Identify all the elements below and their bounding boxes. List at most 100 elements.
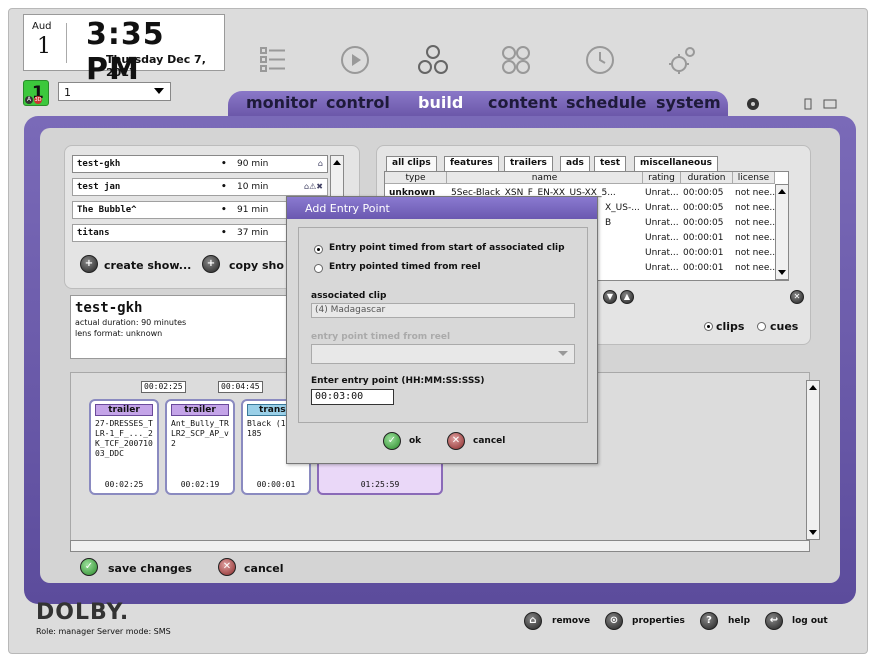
dialog-body: Entry point timed from start of associat… (298, 227, 588, 423)
dolby-brand: DOLBY. (36, 600, 130, 625)
lock-icon: ⌂ (317, 159, 323, 168)
build-icon[interactable] (415, 42, 451, 78)
control-icon[interactable] (337, 42, 373, 78)
timeline-clip[interactable]: trailer Ant_Bully_TRLR2_SCP_AP_v2 00:02:… (165, 399, 235, 495)
clips-radio[interactable] (704, 322, 713, 331)
scroll-down-icon[interactable] (809, 530, 817, 535)
column-header-duration[interactable]: duration (681, 172, 733, 184)
checkmark-icon[interactable]: ✓ (80, 558, 98, 576)
schedule-icon[interactable] (582, 42, 618, 78)
cell-rating: Unrat... (645, 188, 679, 198)
tab-content[interactable]: content (488, 93, 557, 112)
tab-miscellaneous[interactable]: miscellaneous (634, 156, 718, 171)
status-icons: ⌂⚠✖ (304, 182, 323, 191)
help-icon[interactable]: ? (700, 612, 718, 630)
clock-divider (66, 23, 67, 63)
cancel-icon[interactable]: ✕ (447, 432, 465, 450)
create-show-button[interactable]: create show... (104, 259, 191, 272)
trash-icon[interactable]: ⌂ (524, 612, 542, 630)
associated-clip-field: (4) Madagascar (311, 303, 575, 318)
show-duration: 37 min (237, 228, 269, 238)
entry-point-input[interactable]: 00:03:00 (311, 389, 394, 405)
column-header-type[interactable]: type (385, 172, 447, 184)
cell-rating: Unrat... (645, 203, 679, 213)
save-changes-button[interactable]: save changes (108, 562, 192, 575)
clips-radio-label: clips (716, 320, 745, 333)
cell-license: not nee... (735, 263, 775, 273)
timeline-scrollbar-h[interactable] (70, 540, 810, 552)
show-info-duration: actual duration: 90 minutes (75, 318, 187, 327)
tab-monitor[interactable]: monitor (246, 93, 317, 112)
dialog-cancel-button[interactable]: cancel (473, 436, 505, 446)
timeline-scrollbar-v[interactable] (806, 380, 820, 540)
badge-a-icon: A (25, 96, 33, 104)
show-name: test-gkh (77, 159, 121, 169)
cell-duration: 00:00:01 (683, 233, 724, 243)
show-duration: 90 min (237, 159, 269, 169)
scroll-up-icon[interactable] (333, 160, 341, 165)
tab-ads[interactable]: ads (560, 156, 590, 171)
show-info-box: test-gkh actual duration: 90 minutes len… (70, 295, 288, 359)
chevron-down-icon (558, 351, 568, 356)
scroll-down-icon[interactable] (778, 270, 786, 275)
move-up-icon[interactable]: ▲ (620, 290, 634, 304)
audio-icon[interactable] (800, 96, 816, 112)
option-from-reel-radio[interactable] (314, 264, 323, 273)
show-info-lens: lens format: unknown (75, 329, 163, 338)
auditorium-label: Aud (32, 21, 52, 32)
option-from-clip-label: Entry point timed from start of associat… (329, 243, 565, 253)
copy-show-button[interactable]: copy sho (229, 259, 284, 272)
scroll-up-icon[interactable] (778, 189, 786, 194)
column-header-rating[interactable]: rating (643, 172, 681, 184)
show-duration: 10 min (237, 182, 269, 192)
logout-button[interactable]: log out (792, 616, 828, 626)
properties-button[interactable]: properties (632, 616, 685, 626)
screen-status-badge[interactable]: 1 A 3D (23, 80, 49, 106)
keyboard-icon[interactable] (822, 96, 838, 112)
remove-button[interactable]: remove (552, 616, 590, 626)
list-item[interactable]: test jan • 10 min ⌂⚠✖ (72, 178, 328, 196)
tab-trailers[interactable]: trailers (504, 156, 553, 171)
checkmark-icon[interactable]: ✓ (383, 432, 401, 450)
clips-table-scrollbar[interactable] (775, 184, 789, 280)
cell-name: B (605, 218, 612, 228)
column-header-license[interactable]: license (733, 172, 775, 184)
cell-rating: Unrat... (645, 248, 679, 258)
scroll-up-icon[interactable] (809, 385, 817, 390)
timeline-clip[interactable]: trailer 27-DRESSES_TLR-1_F_..._2K_TCF_20… (89, 399, 159, 495)
screen-select-value: 1 (64, 86, 71, 99)
tab-schedule[interactable]: schedule (566, 93, 646, 112)
tab-build[interactable]: build (418, 93, 463, 112)
close-icon[interactable]: ✕ (790, 290, 804, 304)
list-item[interactable]: test-gkh • 90 min ⌂ (72, 155, 328, 173)
main-nav: monitor control build content schedule s… (228, 91, 728, 117)
bullet-icon: • (221, 159, 227, 169)
option-from-clip-radio[interactable] (314, 245, 323, 254)
cancel-button[interactable]: cancel (244, 562, 284, 575)
plus-icon[interactable]: + (80, 255, 98, 273)
tab-all-clips[interactable]: all clips (386, 156, 437, 171)
content-icon[interactable] (498, 42, 534, 78)
system-icon[interactable] (665, 42, 701, 78)
screen-select[interactable]: 1 (58, 82, 171, 101)
move-down-icon[interactable]: ▼ (603, 290, 617, 304)
show-name: The Bubble^ (77, 205, 137, 215)
help-button[interactable]: help (728, 616, 750, 626)
bullet-icon: • (221, 228, 227, 238)
info-icon[interactable] (745, 96, 761, 112)
auditorium-number: 1 (37, 34, 51, 59)
from-reel-select (311, 344, 575, 364)
ok-button[interactable]: ok (409, 436, 421, 446)
tab-features[interactable]: features (444, 156, 499, 171)
copy-icon[interactable]: + (202, 255, 220, 273)
tab-system[interactable]: system (656, 93, 721, 112)
monitor-icon[interactable] (255, 42, 291, 78)
tab-test[interactable]: test (594, 156, 627, 171)
cues-radio[interactable] (757, 322, 766, 331)
cancel-icon[interactable]: ✕ (218, 558, 236, 576)
logout-icon[interactable]: ↩ (765, 612, 783, 630)
properties-icon[interactable]: ⊙ (605, 612, 623, 630)
column-header-name[interactable]: name (447, 172, 643, 184)
clip-type: trailer (171, 404, 229, 416)
tab-control[interactable]: control (326, 93, 390, 112)
